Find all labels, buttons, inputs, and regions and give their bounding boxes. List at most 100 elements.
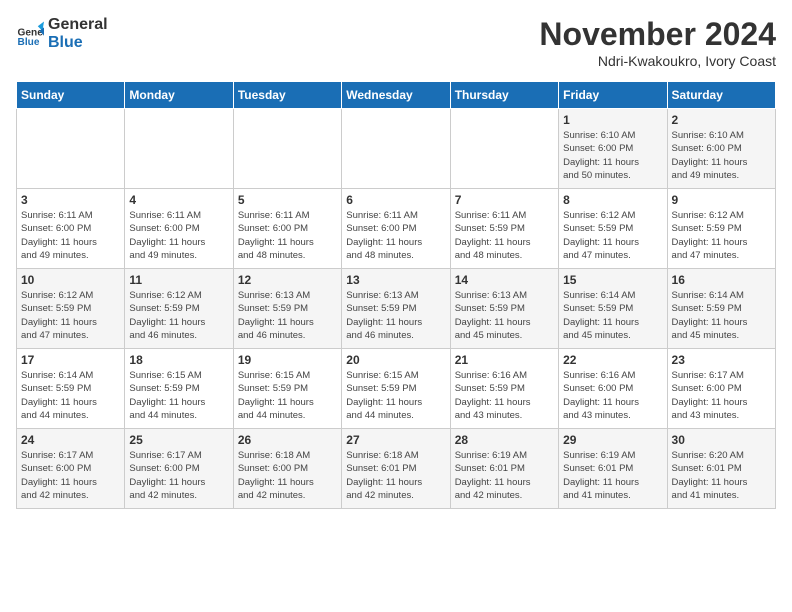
- day-info: Sunrise: 6:11 AM Sunset: 5:59 PM Dayligh…: [455, 209, 554, 262]
- day-info: Sunrise: 6:10 AM Sunset: 6:00 PM Dayligh…: [563, 129, 662, 182]
- logo-blue: Blue: [48, 34, 108, 52]
- day-info: Sunrise: 6:13 AM Sunset: 5:59 PM Dayligh…: [455, 289, 554, 342]
- calendar-cell: 27Sunrise: 6:18 AM Sunset: 6:01 PM Dayli…: [342, 429, 450, 509]
- day-info: Sunrise: 6:12 AM Sunset: 5:59 PM Dayligh…: [672, 209, 771, 262]
- calendar-cell: 28 Sunrise: 6:19 AM Sunset: 6:01 PM Dayli…: [450, 429, 558, 509]
- svg-text:Blue: Blue: [18, 36, 40, 47]
- day-number: 2: [672, 113, 771, 127]
- calendar-cell: 2 Sunrise: 6:10 AM Sunset: 6:00 PM Daylig…: [667, 109, 775, 189]
- calendar-cell: 21 Sunrise: 6:16 AM Sunset: 5:59 PM Dayli…: [450, 349, 558, 429]
- day-info: Sunrise: 6:11 AM Sunset: 6:00 PM Dayligh…: [238, 209, 337, 262]
- logo: General Blue General Blue: [16, 16, 108, 51]
- month-title: November 2024: [539, 16, 776, 53]
- day-number: 30: [672, 433, 771, 447]
- day-info: Sunrise: 6:18 AM Sunset: 6:00 PM Dayligh…: [238, 449, 337, 502]
- day-info: Sunrise: 6:12 AM Sunset: 5:59 PM Dayligh…: [21, 289, 120, 342]
- calendar-cell: 3 Sunrise: 6:11 AM Sunset: 6:00 PM Daylig…: [17, 189, 125, 269]
- week-row-5: 24Sunrise: 6:17 AM Sunset: 6:00 PM Dayli…: [17, 429, 776, 509]
- day-number: 4: [129, 193, 228, 207]
- week-row-3: 10 Sunrise: 6:12 AM Sunset: 5:59 PM Dayli…: [17, 269, 776, 349]
- day-number: 20: [346, 353, 445, 367]
- day-number: 28: [455, 433, 554, 447]
- day-number: 15: [563, 273, 662, 287]
- day-info: Sunrise: 6:17 AM Sunset: 6:00 PM Dayligh…: [672, 369, 771, 422]
- day-number: 8: [563, 193, 662, 207]
- title-area: November 2024 Ndri-Kwakoukro, Ivory Coas…: [539, 16, 776, 69]
- calendar-cell: 12 Sunrise: 6:13 AM Sunset: 5:59 PM Dayli…: [233, 269, 341, 349]
- calendar-cell: [450, 109, 558, 189]
- day-number: 14: [455, 273, 554, 287]
- day-info: Sunrise: 6:15 AM Sunset: 5:59 PM Dayligh…: [346, 369, 445, 422]
- calendar-cell: [125, 109, 233, 189]
- day-info: Sunrise: 6:20 AM Sunset: 6:01 PM Dayligh…: [672, 449, 771, 502]
- day-info: Sunrise: 6:13 AM Sunset: 5:59 PM Dayligh…: [238, 289, 337, 342]
- header-row: SundayMondayTuesdayWednesdayThursdayFrid…: [17, 82, 776, 109]
- day-info: Sunrise: 6:16 AM Sunset: 6:00 PM Dayligh…: [563, 369, 662, 422]
- day-number: 25: [129, 433, 228, 447]
- day-info: Sunrise: 6:11 AM Sunset: 6:00 PM Dayligh…: [346, 209, 445, 262]
- calendar-body: 1 Sunrise: 6:10 AM Sunset: 6:00 PM Daylig…: [17, 109, 776, 509]
- day-number: 17: [21, 353, 120, 367]
- calendar-cell: 25Sunrise: 6:17 AM Sunset: 6:00 PM Dayli…: [125, 429, 233, 509]
- day-info: Sunrise: 6:19 AM Sunset: 6:01 PM Dayligh…: [563, 449, 662, 502]
- calendar-cell: 19 Sunrise: 6:15 AM Sunset: 5:59 PM Dayli…: [233, 349, 341, 429]
- calendar-cell: 1 Sunrise: 6:10 AM Sunset: 6:00 PM Daylig…: [559, 109, 667, 189]
- day-info: Sunrise: 6:12 AM Sunset: 5:59 PM Dayligh…: [563, 209, 662, 262]
- header-day-friday: Friday: [559, 82, 667, 109]
- day-info: Sunrise: 6:14 AM Sunset: 5:59 PM Dayligh…: [21, 369, 120, 422]
- header: General Blue General Blue November 2024 …: [16, 16, 776, 69]
- day-number: 10: [21, 273, 120, 287]
- calendar-cell: 23Sunrise: 6:17 AM Sunset: 6:00 PM Dayli…: [667, 349, 775, 429]
- calendar-cell: 11Sunrise: 6:12 AM Sunset: 5:59 PM Dayli…: [125, 269, 233, 349]
- week-row-4: 17 Sunrise: 6:14 AM Sunset: 5:59 PM Dayli…: [17, 349, 776, 429]
- day-info: Sunrise: 6:12 AM Sunset: 5:59 PM Dayligh…: [129, 289, 228, 342]
- day-info: Sunrise: 6:13 AM Sunset: 5:59 PM Dayligh…: [346, 289, 445, 342]
- day-info: Sunrise: 6:11 AM Sunset: 6:00 PM Dayligh…: [129, 209, 228, 262]
- day-info: Sunrise: 6:10 AM Sunset: 6:00 PM Dayligh…: [672, 129, 771, 182]
- day-number: 7: [455, 193, 554, 207]
- day-number: 5: [238, 193, 337, 207]
- week-row-2: 3 Sunrise: 6:11 AM Sunset: 6:00 PM Daylig…: [17, 189, 776, 269]
- calendar-cell: 20 Sunrise: 6:15 AM Sunset: 5:59 PM Dayli…: [342, 349, 450, 429]
- day-number: 12: [238, 273, 337, 287]
- day-info: Sunrise: 6:15 AM Sunset: 5:59 PM Dayligh…: [129, 369, 228, 422]
- day-number: 3: [21, 193, 120, 207]
- calendar-cell: 5 Sunrise: 6:11 AM Sunset: 6:00 PM Daylig…: [233, 189, 341, 269]
- header-day-monday: Monday: [125, 82, 233, 109]
- day-number: 18: [129, 353, 228, 367]
- day-number: 22: [563, 353, 662, 367]
- header-day-sunday: Sunday: [17, 82, 125, 109]
- day-number: 9: [672, 193, 771, 207]
- calendar-cell: [233, 109, 341, 189]
- day-info: Sunrise: 6:15 AM Sunset: 5:59 PM Dayligh…: [238, 369, 337, 422]
- calendar-cell: 15 Sunrise: 6:14 AM Sunset: 5:59 PM Dayli…: [559, 269, 667, 349]
- day-number: 29: [563, 433, 662, 447]
- calendar-cell: [342, 109, 450, 189]
- calendar-cell: 9 Sunrise: 6:12 AM Sunset: 5:59 PM Daylig…: [667, 189, 775, 269]
- day-number: 21: [455, 353, 554, 367]
- calendar-cell: 13 Sunrise: 6:13 AM Sunset: 5:59 PM Dayli…: [342, 269, 450, 349]
- day-number: 19: [238, 353, 337, 367]
- calendar-header: SundayMondayTuesdayWednesdayThursdayFrid…: [17, 82, 776, 109]
- day-number: 1: [563, 113, 662, 127]
- logo-general: General: [48, 16, 108, 34]
- day-info: Sunrise: 6:17 AM Sunset: 6:00 PM Dayligh…: [21, 449, 120, 502]
- day-info: Sunrise: 6:11 AM Sunset: 6:00 PM Dayligh…: [21, 209, 120, 262]
- calendar-cell: [17, 109, 125, 189]
- day-info: Sunrise: 6:19 AM Sunset: 6:01 PM Dayligh…: [455, 449, 554, 502]
- day-info: Sunrise: 6:18 AM Sunset: 6:01 PM Dayligh…: [346, 449, 445, 502]
- day-info: Sunrise: 6:16 AM Sunset: 5:59 PM Dayligh…: [455, 369, 554, 422]
- calendar-cell: 30 Sunrise: 6:20 AM Sunset: 6:01 PM Dayli…: [667, 429, 775, 509]
- day-info: Sunrise: 6:14 AM Sunset: 5:59 PM Dayligh…: [563, 289, 662, 342]
- week-row-1: 1 Sunrise: 6:10 AM Sunset: 6:00 PM Daylig…: [17, 109, 776, 189]
- day-number: 16: [672, 273, 771, 287]
- calendar-cell: 24Sunrise: 6:17 AM Sunset: 6:00 PM Dayli…: [17, 429, 125, 509]
- day-number: 26: [238, 433, 337, 447]
- calendar-table: SundayMondayTuesdayWednesdayThursdayFrid…: [16, 81, 776, 509]
- header-day-wednesday: Wednesday: [342, 82, 450, 109]
- calendar-cell: 22 Sunrise: 6:16 AM Sunset: 6:00 PM Dayli…: [559, 349, 667, 429]
- calendar-cell: 14 Sunrise: 6:13 AM Sunset: 5:59 PM Dayli…: [450, 269, 558, 349]
- day-number: 6: [346, 193, 445, 207]
- day-number: 13: [346, 273, 445, 287]
- calendar-cell: 16Sunrise: 6:14 AM Sunset: 5:59 PM Dayli…: [667, 269, 775, 349]
